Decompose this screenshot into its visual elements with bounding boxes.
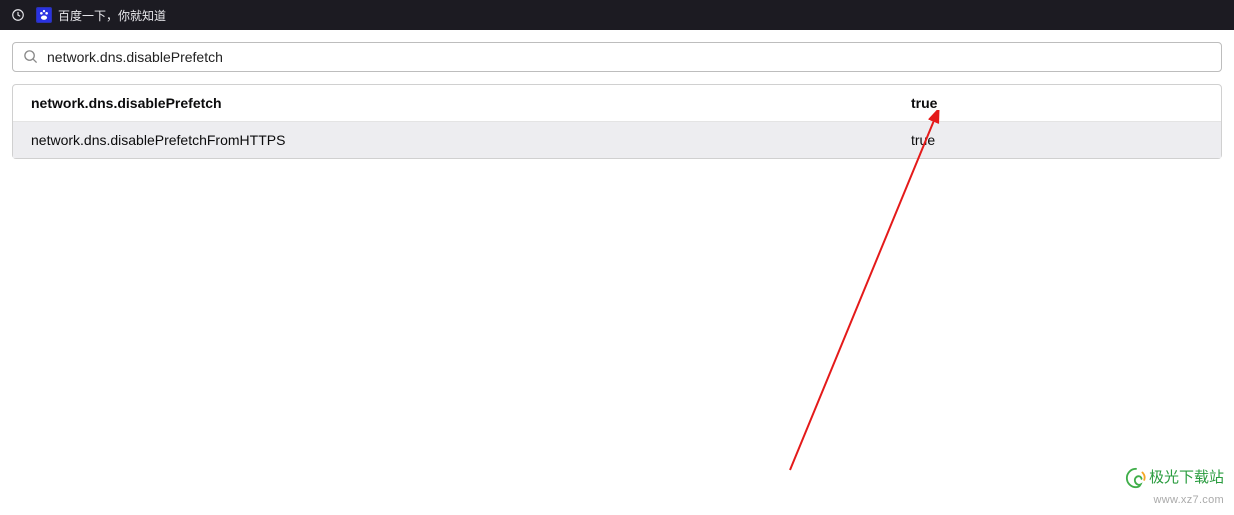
watermark-text: 极光下载站: [1149, 469, 1224, 487]
search-input[interactable]: [47, 49, 1211, 65]
watermark-url: www.xz7.com: [1125, 494, 1224, 507]
pref-value: true: [911, 95, 1203, 111]
table-row[interactable]: network.dns.disablePrefetch true: [13, 85, 1221, 122]
history-icon[interactable]: [10, 7, 26, 23]
pref-value: true: [911, 132, 1203, 148]
watermark-logo-icon: [1125, 467, 1147, 489]
table-row[interactable]: network.dns.disablePrefetchFromHTTPS tru…: [13, 122, 1221, 158]
browser-tab-bar: 百度一下，你就知道: [0, 0, 1234, 30]
pref-name: network.dns.disablePrefetch: [31, 95, 911, 111]
search-icon: [23, 49, 39, 65]
tab-title[interactable]: 百度一下，你就知道: [58, 7, 166, 24]
config-search-bar[interactable]: [12, 42, 1222, 72]
pref-name: network.dns.disablePrefetchFromHTTPS: [31, 132, 911, 148]
annotation-arrow: [770, 110, 970, 480]
tab-favicon: [36, 7, 52, 23]
watermark: 极光下载站 www.xz7.com: [1125, 467, 1224, 507]
config-results-table: network.dns.disablePrefetch true network…: [12, 84, 1222, 159]
